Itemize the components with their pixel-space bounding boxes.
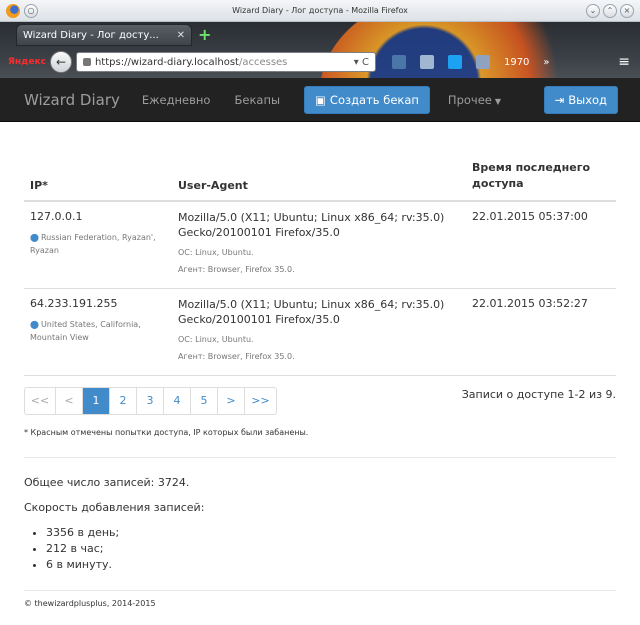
divider [24, 457, 616, 458]
minimize-button[interactable]: ⌄ [586, 3, 600, 18]
logout-button[interactable]: ⇥ Выход [543, 85, 618, 114]
records-summary: Записи о доступе 1-2 из 9. [461, 388, 616, 401]
page-1[interactable]: 1 [83, 388, 110, 414]
access-time: 22.01.2015 05:37:00 [464, 201, 616, 289]
url-path: /accesses [238, 56, 288, 68]
logout-label: Выход [568, 92, 607, 107]
user-agent-string: Mozilla/5.0 (X11; Ubuntu; Linux x86_64; … [178, 211, 445, 239]
envelope-icon[interactable] [475, 55, 490, 69]
mail-icon[interactable] [419, 55, 434, 69]
window-title: Wizard Diary - Лог доступа - Mozilla Fir… [232, 6, 408, 15]
main-content: IP* User-Agent Время последнего доступа … [0, 122, 640, 625]
user-agent-string: Mozilla/5.0 (X11; Ubuntu; Linux x86_64; … [178, 298, 445, 326]
table-header-row: IP* User-Agent Время последнего доступа [24, 142, 616, 202]
header-user-agent: User-Agent [170, 142, 464, 202]
rate-per-minute: 6 в минуту. [46, 558, 204, 571]
header-ip: IP* [24, 142, 170, 202]
access-log-table: IP* User-Agent Время последнего доступа … [24, 142, 616, 376]
rate-title: Скорость добавления записей: [24, 501, 205, 514]
page-next[interactable]: > [218, 388, 245, 414]
page-last[interactable]: >> [245, 388, 276, 414]
ip-address: 127.0.0.1 [30, 210, 83, 223]
maximize-button[interactable]: ⌃ [603, 3, 617, 18]
logout-icon: ⇥ [554, 92, 565, 107]
overflow-icon[interactable]: » [543, 57, 549, 68]
firefox-logo-icon [6, 3, 20, 18]
tab-title: Wizard Diary - Лог досту... [23, 29, 159, 41]
url-bar[interactable]: https://wizard-diary.localhost/accesses … [75, 52, 376, 72]
header-last-access: Время последнего доступа [464, 142, 616, 202]
yandex-logo[interactable]: Яндекс [8, 57, 46, 67]
rate-per-hour: 212 в час; [46, 542, 204, 555]
map-marker-icon: ⬤ [30, 320, 39, 329]
save-icon: ▣ [315, 92, 326, 107]
table-row: 64.233.191.255 ⬤ United States, Californi… [24, 288, 616, 376]
extension-counter: 1970 [503, 56, 530, 68]
rate-per-day: 3356 в день; [46, 526, 204, 539]
reload-icon[interactable]: ▾ C [354, 57, 369, 68]
page-3[interactable]: 3 [137, 388, 164, 414]
os-info: ОС: Linux, Ubuntu. [178, 248, 254, 257]
browser-tab[interactable]: Wizard Diary - Лог досту... ✕ [16, 24, 192, 46]
page-2[interactable]: 2 [110, 388, 137, 414]
access-time: 22.01.2015 03:52:27 [464, 288, 616, 376]
pagination: << < 1 2 3 4 5 > >> [24, 387, 277, 415]
banned-footnote: * Красным отмечены попытки доступа, IP к… [24, 428, 309, 437]
agent-info: Агент: Browser, Firefox 35.0. [178, 265, 295, 274]
nav-daily[interactable]: Ежедневно [142, 93, 211, 107]
page-first[interactable]: << [25, 388, 56, 414]
window-menu-button[interactable]: ○ [24, 3, 38, 18]
page-5[interactable]: 5 [191, 388, 218, 414]
caret-down-icon: ▼ [494, 96, 502, 106]
browser-toolbar: Wizard Diary - Лог досту... ✕ + Яндекс ←… [0, 22, 640, 78]
site-navbar: Wizard Diary Ежедневно Бекапы ▣ Создать … [0, 78, 640, 122]
brand-link[interactable]: Wizard Diary [24, 91, 120, 109]
table-row: 127.0.0.1 ⬤ Russian Federation, Ryazan', … [24, 201, 616, 289]
stats-section: Общее число записей: 3724. Скорость доба… [24, 476, 204, 574]
page-prev[interactable]: < [56, 388, 83, 414]
new-tab-icon[interactable]: + [198, 25, 211, 44]
twitter-icon[interactable] [447, 55, 462, 69]
nav-more-dropdown[interactable]: Прочее ▼ [448, 93, 501, 107]
vk-icon[interactable] [391, 55, 406, 69]
total-records: Общее число записей: 3724. [24, 476, 190, 489]
close-window-button[interactable]: × [620, 3, 634, 18]
rate-list: 3356 в день; 212 в час; 6 в минуту. [46, 526, 204, 571]
map-marker-icon: ⬤ [30, 233, 39, 242]
hamburger-menu-icon[interactable]: ≡ [618, 54, 630, 70]
footer-divider [24, 590, 616, 591]
agent-info: Агент: Browser, Firefox 35.0. [178, 352, 295, 361]
page-4[interactable]: 4 [164, 388, 191, 414]
ip-address: 64.233.191.255 [30, 297, 118, 310]
url-host: https://wizard-diary.localhost [94, 56, 239, 68]
create-backup-label: Создать бекап [329, 92, 419, 107]
ip-location: Russian Federation, Ryazan', Ryazan [30, 233, 156, 255]
nav-more-label: Прочее [447, 92, 492, 107]
copyright: © thewizardplusplus, 2014-2015 [24, 599, 156, 608]
window-titlebar: ○ Wizard Diary - Лог доступа - Mozilla F… [0, 0, 640, 22]
tab-close-icon[interactable]: ✕ [177, 30, 185, 41]
lock-icon [82, 58, 91, 66]
back-button[interactable]: ← [49, 51, 72, 73]
os-info: ОС: Linux, Ubuntu. [178, 335, 254, 344]
create-backup-button[interactable]: ▣ Создать бекап [304, 85, 430, 114]
nav-backups[interactable]: Бекапы [234, 93, 280, 107]
ip-location: United States, California, Mountain View [30, 320, 141, 342]
